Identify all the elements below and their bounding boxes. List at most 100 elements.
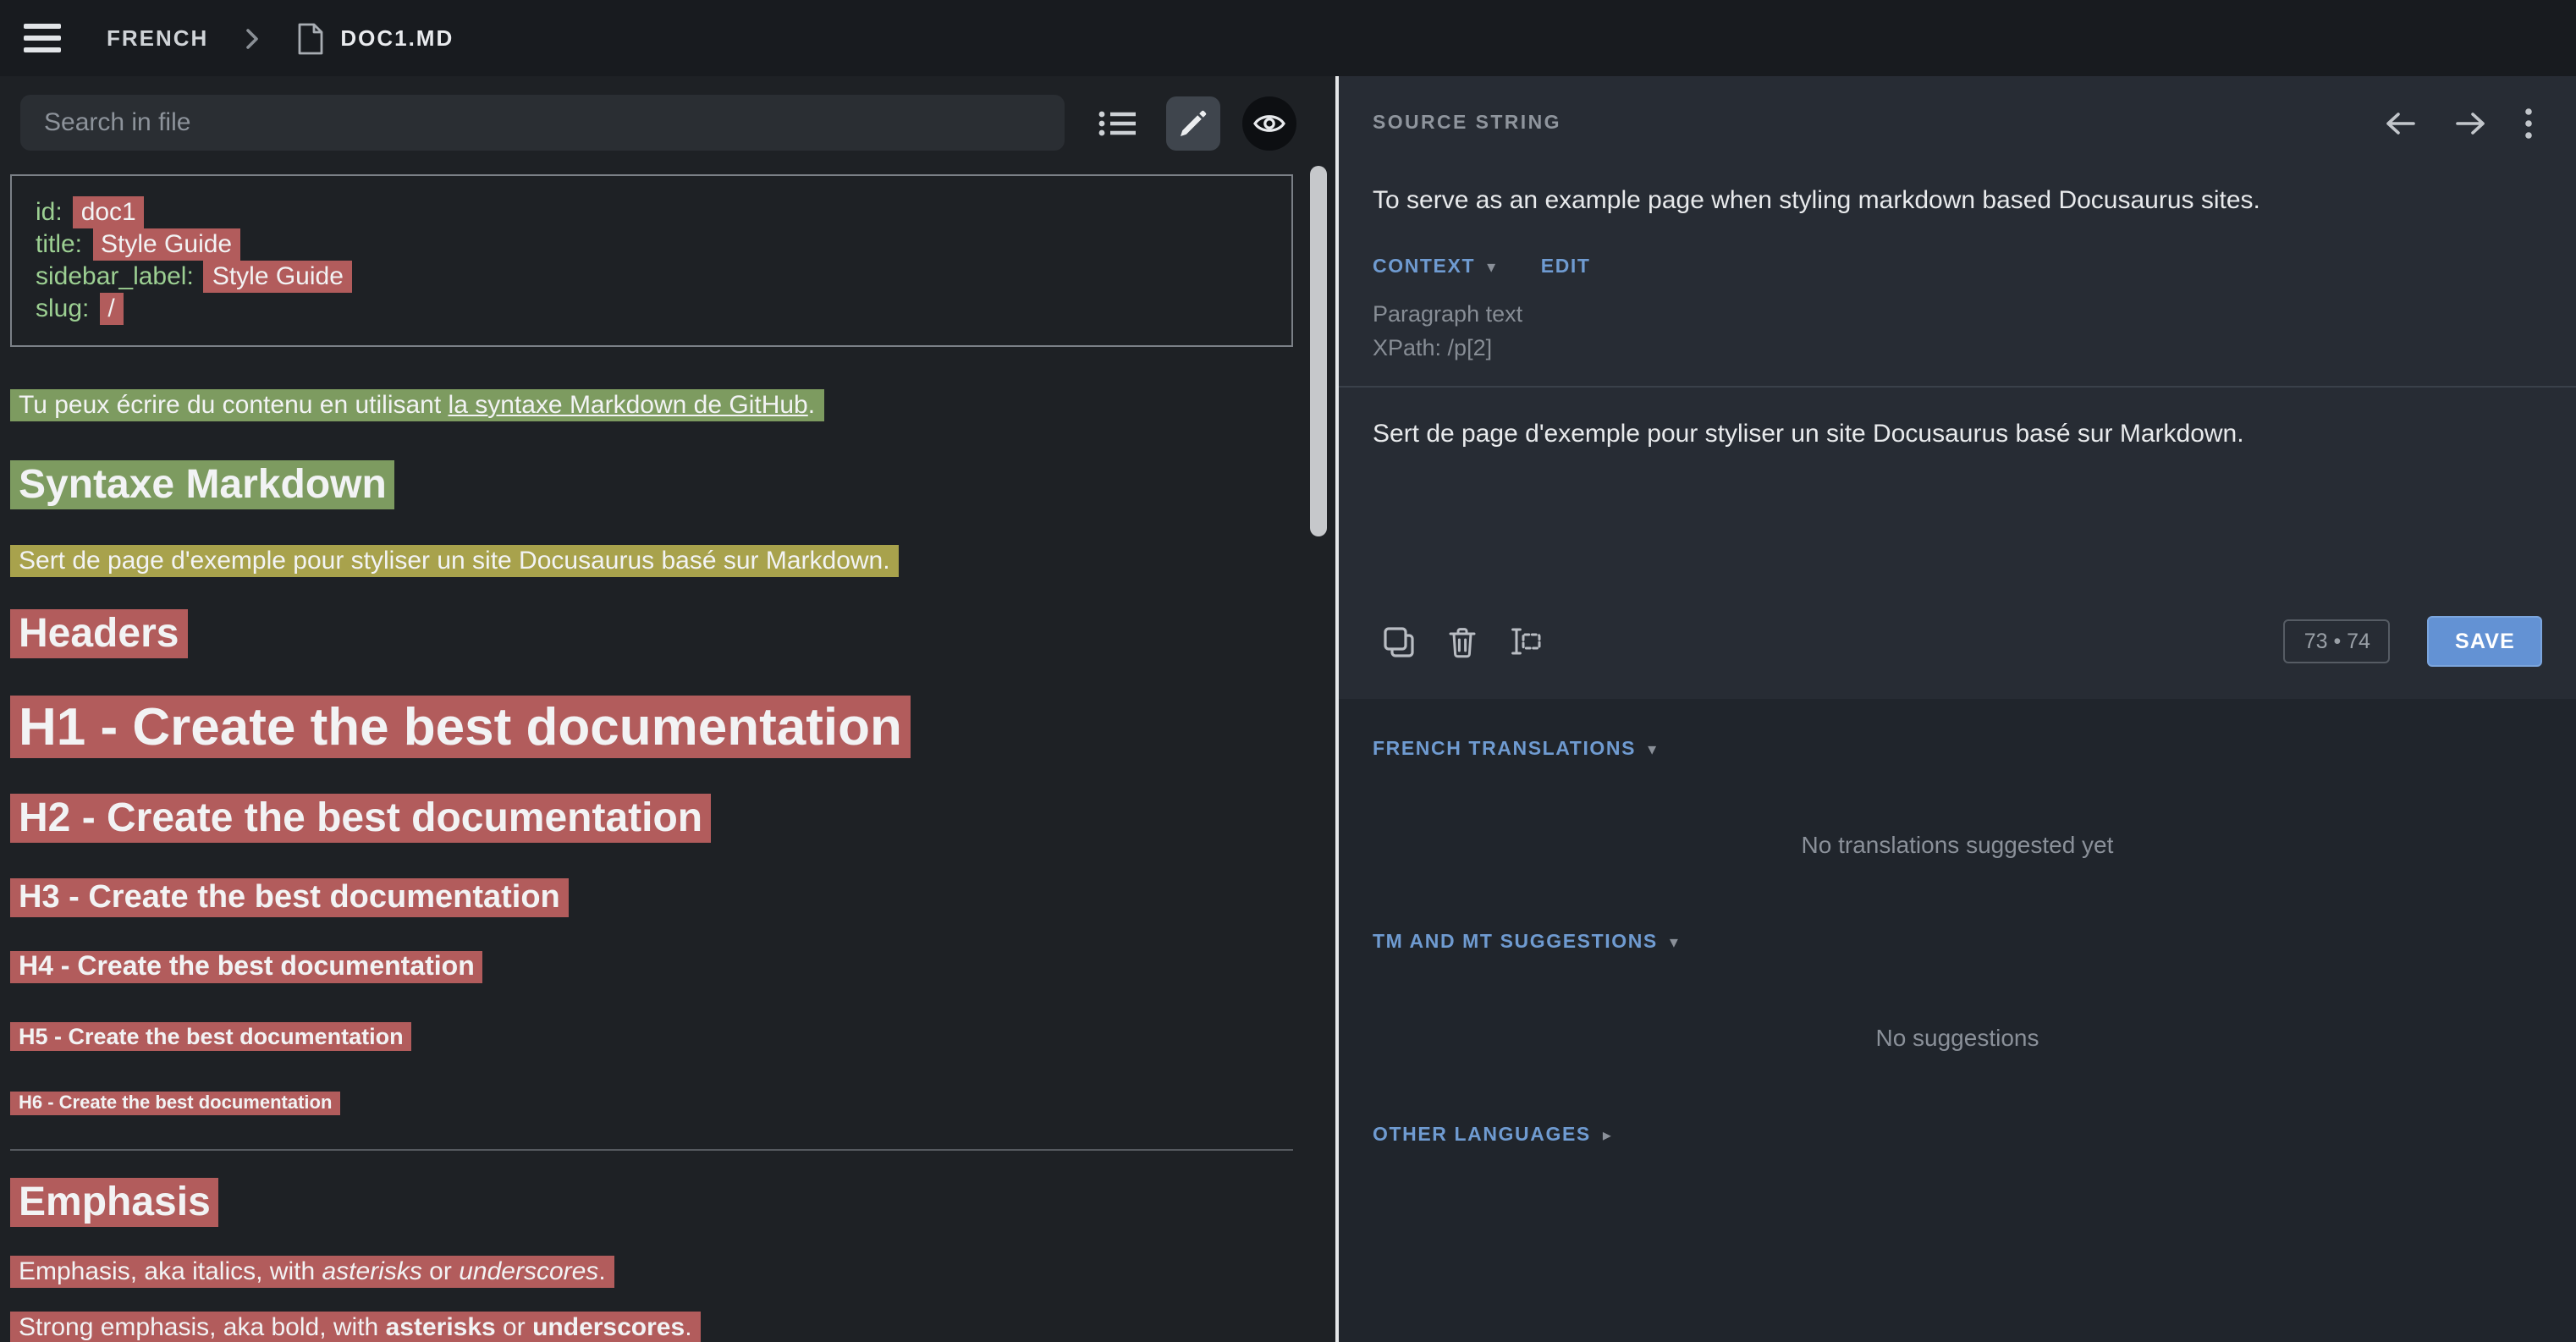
more-options-button[interactable]: [2515, 102, 2542, 146]
context-toggle[interactable]: CONTEXT ▾: [1373, 257, 1497, 278]
chevron-right-icon: [245, 28, 259, 48]
breadcrumb-project[interactable]: FRENCH: [107, 25, 208, 51]
source-string[interactable]: Style Guide: [92, 228, 240, 261]
untranslated-heading[interactable]: H6 - Create the best documentation: [10, 1092, 340, 1115]
translation-toolbar: 73 • 74 SAVE: [1373, 594, 2542, 689]
source-string-label: SOURCE STRING: [1373, 113, 1561, 134]
menu-icon[interactable]: [24, 25, 64, 52]
emphasis-text: Emphasis, aka italics, with: [19, 1257, 322, 1286]
translation-editor-app: FRENCH DOC1.MD: [0, 0, 2576, 1342]
chevron-down-icon: ▾: [1487, 259, 1497, 278]
heading-h6: H6 - Create the best documentation: [10, 1092, 1293, 1115]
context-type: Paragraph text: [1373, 301, 2542, 327]
french-translations-section[interactable]: FRENCH TRANSLATIONS ▾: [1373, 740, 2542, 760]
chevron-down-icon: ▾: [1648, 740, 1656, 759]
search-input[interactable]: [20, 95, 1065, 151]
source-string[interactable]: Style Guide: [204, 261, 352, 293]
heading: Headers: [10, 609, 1293, 658]
untranslated-string[interactable]: Strong emphasis, aka bold, with asterisk…: [10, 1312, 701, 1342]
italic-text: asterisks: [322, 1257, 421, 1286]
string-navigation: [2373, 102, 2542, 146]
heading-h2: H2 - Create the best documentation: [10, 794, 1293, 843]
main-area: id:doc1 title:Style Guide sidebar_label:…: [0, 76, 2576, 1342]
untranslated-heading[interactable]: H2 - Create the best documentation: [10, 794, 711, 843]
untranslated-string[interactable]: Emphasis, aka italics, with asterisks or…: [10, 1256, 614, 1288]
arrow-left-icon: [2383, 110, 2417, 137]
emphasis-text: or: [422, 1257, 459, 1286]
untranslated-heading[interactable]: H1 - Create the best documentation: [10, 696, 911, 758]
no-translations-message: No translations suggested yet: [1373, 831, 2542, 858]
translation-panel: SOURCE STRING To serve as an example: [1339, 76, 2576, 1342]
heading: Emphasis: [10, 1178, 1293, 1227]
strong-text: .: [685, 1313, 691, 1342]
intro-text: Tu peux écrire du contenu en utilisant: [19, 391, 449, 420]
copy-source-button[interactable]: [1373, 619, 1425, 664]
heading-h3: H3 - Create the best documentation: [10, 878, 1293, 919]
source-text: To serve as an example page when styling…: [1373, 186, 2542, 215]
clear-translation-button[interactable]: [1439, 619, 1486, 664]
document-panel: id:doc1 title:Style Guide sidebar_label:…: [0, 76, 1303, 1342]
heading-h5: H5 - Create the best documentation: [10, 1022, 1293, 1051]
frontmatter-key: sidebar_label:: [36, 262, 194, 291]
file-icon: [296, 21, 325, 55]
char-counter: 73 • 74: [2284, 619, 2391, 663]
intro-text-end: .: [808, 391, 815, 420]
markdown-syntax-link[interactable]: la syntaxe Markdown de GitHub: [449, 391, 808, 420]
document-preview: id:doc1 title:Style Guide sidebar_label:…: [0, 169, 1303, 1342]
strong-text: Strong emphasis, aka bold, with: [19, 1313, 386, 1342]
untranslated-heading[interactable]: H3 - Create the best documentation: [10, 878, 569, 917]
translated-heading[interactable]: Syntaxe Markdown: [10, 460, 395, 509]
tm-mt-suggestions-section[interactable]: TM AND MT SUGGESTIONS ▾: [1373, 932, 2542, 953]
translation-input[interactable]: Sert de page d'exemple pour styliser un …: [1373, 420, 2542, 594]
copy-icon: [1383, 625, 1415, 657]
heading: Syntaxe Markdown: [10, 460, 1293, 509]
next-string-button[interactable]: [2444, 103, 2498, 144]
other-languages-section[interactable]: OTHER LANGUAGES ▸: [1373, 1125, 2542, 1146]
untranslated-heading[interactable]: Headers: [10, 609, 187, 658]
italic-text: underscores: [459, 1257, 598, 1286]
context-row: CONTEXT ▾ EDIT: [1373, 257, 2542, 278]
edit-mode-button[interactable]: [1166, 96, 1220, 150]
text-select-icon: [1510, 626, 1542, 657]
search-box: [20, 95, 1065, 151]
document-toolbar: [0, 76, 1303, 169]
save-button[interactable]: SAVE: [2428, 616, 2542, 667]
translation-editor: SOURCE STRING To serve as an example: [1339, 76, 2576, 699]
frontmatter-line: slug: /: [36, 293, 1268, 325]
source-string[interactable]: doc1: [73, 196, 145, 228]
source-string[interactable]: /: [99, 293, 123, 325]
arrow-right-icon: [2454, 110, 2488, 137]
trash-icon: [1449, 625, 1476, 657]
string-list-button[interactable]: [1090, 96, 1144, 150]
scrollbar-thumb[interactable]: [1310, 166, 1327, 536]
previous-string-button[interactable]: [2373, 103, 2427, 144]
translated-string[interactable]: Tu peux écrire du contenu en utilisant l…: [10, 389, 823, 421]
frontmatter-line: id: doc1: [36, 196, 1268, 228]
eye-icon: [1252, 111, 1286, 135]
paragraph: Tu peux écrire du contenu en utilisant l…: [10, 388, 1293, 423]
pencil-icon: [1178, 107, 1208, 138]
untranslated-heading[interactable]: H5 - Create the best documentation: [10, 1022, 412, 1051]
select-text-button[interactable]: [1500, 619, 1552, 663]
horizontal-rule: [10, 1149, 1293, 1151]
bold-text: asterisks: [386, 1313, 496, 1342]
bold-text: underscores: [532, 1313, 685, 1342]
active-string[interactable]: Sert de page d'exemple pour styliser un …: [10, 545, 899, 577]
untranslated-heading[interactable]: H4 - Create the best documentation: [10, 951, 483, 983]
chevron-down-icon: ▾: [1670, 933, 1678, 952]
paragraph: Strong emphasis, aka bold, with asterisk…: [10, 1310, 1293, 1342]
list-icon: [1098, 109, 1136, 136]
emphasis-text: .: [598, 1257, 605, 1286]
untranslated-heading[interactable]: Emphasis: [10, 1178, 219, 1227]
frontmatter-key: slug:: [36, 294, 89, 323]
scrollbar[interactable]: [1303, 76, 1335, 1342]
context-label: CONTEXT: [1373, 257, 1475, 278]
heading-h4: H4 - Create the best documentation: [10, 951, 1293, 985]
frontmatter-key: id:: [36, 198, 63, 227]
breadcrumb-file: DOC1.MD: [340, 25, 454, 51]
edit-context-button[interactable]: EDIT: [1541, 257, 1591, 278]
preview-mode-button[interactable]: [1242, 96, 1296, 150]
kebab-menu-icon: [2525, 108, 2532, 139]
no-suggestions-message: No suggestions: [1373, 1024, 2542, 1051]
french-translations-label: FRENCH TRANSLATIONS: [1373, 740, 1636, 760]
